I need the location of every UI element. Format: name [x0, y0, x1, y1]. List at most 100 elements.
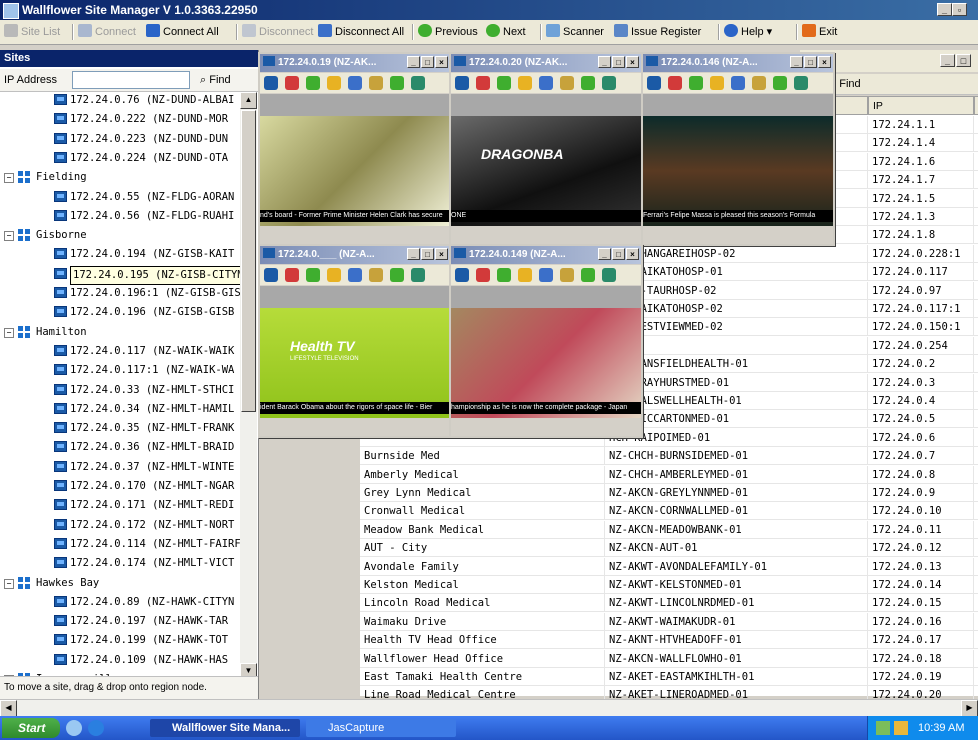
- monitor-toolbar-icon[interactable]: [518, 268, 532, 282]
- internet-explorer-icon[interactable]: [88, 720, 104, 736]
- monitor-close-button[interactable]: ×: [435, 56, 448, 68]
- monitor-toolbar-icon[interactable]: [306, 76, 320, 90]
- grid-column-header[interactable]: F: [974, 96, 978, 115]
- monitor-toolbar-icon[interactable]: [752, 76, 766, 90]
- grid-cell[interactable]: A: [974, 484, 978, 502]
- grid-cell[interactable]: 172.24.0.254: [868, 336, 974, 355]
- grid-cell[interactable]: Grey Lynn Medical: [360, 484, 605, 502]
- grid-cell[interactable]: A: [974, 539, 978, 558]
- issue-register-button[interactable]: Issue Register: [614, 24, 701, 40]
- grid-cell[interactable]: HCH-HALSWELLHEALTH-01: [605, 392, 868, 410]
- monitor-toolbar-icon[interactable]: [668, 76, 682, 90]
- grid-cell[interactable]: 172.24.0.12: [868, 539, 974, 558]
- monitor-toolbar-icon[interactable]: [390, 76, 404, 90]
- monitor-maximize-button[interactable]: □: [612, 56, 625, 68]
- grid-cell[interactable]: 172.24.0.16: [868, 612, 974, 631]
- monitor-toolbar-icon[interactable]: [710, 76, 724, 90]
- collapse-icon[interactable]: −: [4, 231, 14, 242]
- grid-cell[interactable]: Meadow Bank Medical: [360, 520, 605, 539]
- grid-cell[interactable]: B: [974, 282, 978, 300]
- monitor-minimize-button[interactable]: _: [407, 248, 420, 260]
- grid-cell[interactable]: A: [974, 668, 978, 686]
- monitor-toolbar-icon[interactable]: [411, 76, 425, 90]
- grid-cell[interactable]: 172.24.1.7: [868, 171, 974, 190]
- monitor-minimize-button[interactable]: _: [598, 56, 611, 68]
- grid-cell[interactable]: 172.24.0.10: [868, 502, 974, 521]
- ip-address-input[interactable]: [72, 71, 190, 89]
- grid-cell[interactable]: 172.24.1.1: [868, 116, 974, 134]
- disconnect-all-button[interactable]: Disconnect All: [318, 24, 404, 40]
- grid-cell[interactable]: RTL-WHANGAREIHOSP-02: [605, 244, 868, 263]
- grid-cell[interactable]: 172.24.0.13: [868, 557, 974, 576]
- monitor-toolbar-icon[interactable]: [581, 76, 595, 90]
- grid-cell[interactable]: 172.24.0.6: [868, 428, 974, 447]
- grid-cell[interactable]: C: [974, 410, 978, 429]
- site-list-button[interactable]: Site List: [4, 24, 60, 40]
- grid-cell[interactable]: NZ-AKCN-CORNWALLMED-01: [605, 502, 868, 521]
- monitor-toolbar-icon[interactable]: [560, 76, 574, 90]
- grid-cell[interactable]: Amberly Medical: [360, 465, 605, 484]
- grid-cell[interactable]: 172.24.0.9: [868, 484, 974, 502]
- monitor-close-button[interactable]: ×: [626, 56, 639, 68]
- grid-cell[interactable]: 172.24.1.4: [868, 134, 974, 153]
- monitor-title-bar[interactable]: 172.24.0.19 (NZ-AK... _ □ ×: [260, 54, 450, 72]
- grid-cell[interactable]: Burnside Med: [360, 447, 605, 466]
- grid-cell[interactable]: DPDHB-TAURHOSP-02: [605, 281, 868, 300]
- scroll-thumb[interactable]: [241, 110, 256, 412]
- monitor-window[interactable]: 172.24.0.___ (NZ-A... _ □ × Health TV LIFESTY…: [258, 244, 452, 438]
- monitor-toolbar-icon[interactable]: [794, 76, 808, 90]
- collapse-icon[interactable]: −: [4, 327, 14, 338]
- grid-cell[interactable]: A: [974, 650, 978, 668]
- grid-cell[interactable]: A: [974, 318, 978, 337]
- grid-cell[interactable]: 172.24.0.11: [868, 520, 974, 539]
- monitor-toolbar-icon[interactable]: [348, 76, 362, 90]
- collapse-icon[interactable]: −: [4, 578, 14, 589]
- tray-network-icon[interactable]: [876, 721, 890, 735]
- monitor-close-button[interactable]: ×: [435, 248, 448, 260]
- grid-cell[interactable]: 172.24.0.14: [868, 576, 974, 594]
- monitor-toolbar-icon[interactable]: [369, 76, 383, 90]
- monitor-window[interactable]: 172.24.0.149 (NZ-A... _ □ × hampionship as h…: [449, 244, 643, 438]
- monitor-toolbar-icon[interactable]: [602, 76, 616, 90]
- monitor-toolbar-icon[interactable]: [306, 268, 320, 282]
- grid-cell[interactable]: 172.24.0.18: [868, 649, 974, 668]
- disconnect-button[interactable]: Disconnect: [242, 24, 313, 40]
- grid-cell[interactable]: NZ-AKCN-WALLFLOWHO-01: [605, 649, 868, 668]
- monitor-maximize-button[interactable]: □: [612, 248, 625, 260]
- restore-button[interactable]: ▫: [952, 3, 967, 16]
- grid-cell[interactable]: NZ-AKWT-KELSTONMED-01: [605, 576, 868, 594]
- monitor-toolbar-icon[interactable]: [497, 76, 511, 90]
- monitor-window[interactable]: 172.24.0.146 (NZ-A... _ □ × Ferrari's Felipe…: [641, 52, 835, 246]
- grid-cell[interactable]: C: [974, 355, 978, 374]
- grid-minimize-button[interactable]: _: [940, 54, 955, 67]
- grid-cell[interactable]: C: [974, 429, 978, 447]
- grid-cell[interactable]: H: [974, 263, 978, 282]
- main-horizontal-scrollbar[interactable]: ◀ ▶: [0, 699, 978, 717]
- grid-cell[interactable]: KWT-WESTVIEWMED-02: [605, 318, 868, 337]
- grid-cell[interactable]: NZ-AKWT-WAIMAKUDR-01: [605, 612, 868, 631]
- grid-cell[interactable]: C: [974, 466, 978, 484]
- grid-cell[interactable]: [605, 336, 868, 355]
- monitor-toolbar-icon[interactable]: [348, 268, 362, 282]
- scroll-up-button[interactable]: ▲: [240, 92, 257, 109]
- monitor-toolbar-icon[interactable]: [539, 268, 553, 282]
- monitor-minimize-button[interactable]: _: [790, 56, 803, 68]
- grid-cell[interactable]: HCH-GRAYHURSTMED-01: [605, 373, 868, 392]
- grid-cell[interactable]: AIK-WAIKATOHOSP-01: [605, 263, 868, 282]
- monitor-toolbar-icon[interactable]: [327, 76, 341, 90]
- monitor-toolbar-icon[interactable]: [539, 76, 553, 90]
- monitor-minimize-button[interactable]: _: [598, 248, 611, 260]
- grid-cell[interactable]: NZ-CHCH-AMBERLEYMED-01: [605, 465, 868, 484]
- monitor-maximize-button[interactable]: □: [804, 56, 817, 68]
- taskbar-item-wallflower[interactable]: Wallflower Site Mana...: [150, 719, 300, 737]
- connect-all-button[interactable]: Connect All: [146, 24, 219, 40]
- grid-cell[interactable]: AUT - City: [360, 539, 605, 558]
- grid-cell[interactable]: Lincoln Road Medical: [360, 594, 605, 613]
- grid-cell[interactable]: [974, 337, 978, 355]
- tray-app-icon[interactable]: [894, 721, 908, 735]
- grid-cell[interactable]: A: [974, 502, 978, 521]
- grid-cell[interactable]: 172.24.1.5: [868, 189, 974, 208]
- grid-cell[interactable]: 172.24.1.3: [868, 208, 974, 226]
- scroll-right-button[interactable]: ▶: [961, 700, 978, 717]
- grid-cell[interactable]: Avondale Family: [360, 557, 605, 576]
